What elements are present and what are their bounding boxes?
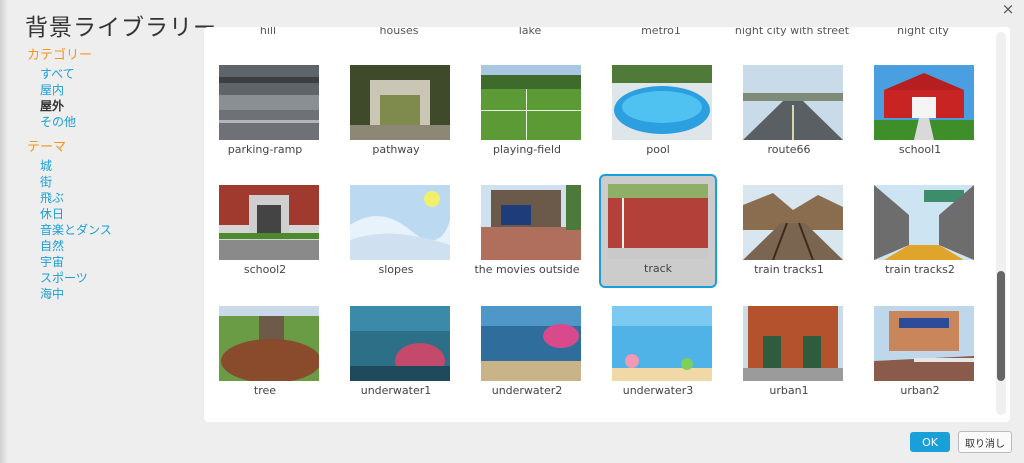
category-item[interactable]: 屋外 bbox=[27, 98, 197, 114]
theme-item[interactable]: 城 bbox=[27, 158, 197, 174]
scrollbar-thumb[interactable] bbox=[997, 271, 1005, 381]
library-item-label: parking-ramp bbox=[227, 143, 303, 156]
library-item-label: underwater3 bbox=[622, 384, 694, 397]
thumbnail-image bbox=[481, 306, 581, 381]
library-item[interactable]: route66 bbox=[730, 55, 848, 169]
thumbnail-image bbox=[481, 65, 581, 140]
thumbnail-image bbox=[219, 306, 319, 381]
background-edge bbox=[0, 0, 8, 463]
library-item-label: underwater1 bbox=[360, 384, 432, 397]
category-item[interactable]: その他 bbox=[27, 114, 197, 130]
library-item[interactable]: playing-field bbox=[468, 55, 586, 169]
library-item[interactable]: slopes bbox=[337, 175, 455, 289]
library-item[interactable]: urban1 bbox=[730, 296, 848, 410]
library-item[interactable]: school2 bbox=[206, 175, 324, 289]
library-item-label: urban1 bbox=[769, 384, 809, 397]
thumbnail-image bbox=[743, 185, 843, 260]
library-item[interactable]: pathway bbox=[337, 55, 455, 169]
category-group: カテゴリー すべて 屋内 屋外 その他 bbox=[27, 48, 197, 130]
thumbnail-image bbox=[219, 185, 319, 260]
library-item[interactable]: train tracks2 bbox=[861, 175, 979, 289]
thumbnail-image bbox=[481, 185, 581, 260]
thumbnail-image bbox=[608, 184, 708, 259]
cancel-button[interactable]: 取り消し bbox=[958, 431, 1012, 453]
library-item-label: urban2 bbox=[900, 384, 940, 397]
library-item-label: slopes bbox=[378, 263, 414, 276]
theme-item[interactable]: 宇宙 bbox=[27, 254, 197, 270]
thumbnail-image bbox=[612, 306, 712, 381]
category-heading: カテゴリー bbox=[27, 48, 93, 63]
thumbnail-image bbox=[219, 65, 319, 140]
library-item[interactable]: school1 bbox=[861, 55, 979, 169]
library-item-label: school2 bbox=[243, 263, 287, 276]
thumbnail-image bbox=[350, 306, 450, 381]
thumbnail-image bbox=[874, 65, 974, 140]
category-item[interactable]: 屋内 bbox=[27, 82, 197, 98]
library-item[interactable]: the movies outside bbox=[468, 175, 586, 289]
thumbnail-image bbox=[350, 65, 450, 140]
library-item[interactable]: urban2 bbox=[861, 296, 979, 410]
theme-item[interactable]: 自然 bbox=[27, 238, 197, 254]
library-item[interactable]: parking-ramp bbox=[206, 55, 324, 169]
library-item-label: pool bbox=[646, 143, 670, 156]
category-item[interactable]: すべて bbox=[27, 66, 197, 82]
thumbnail-image bbox=[874, 306, 974, 381]
theme-item[interactable]: 海中 bbox=[27, 286, 197, 302]
sidebar: カテゴリー すべて 屋内 屋外 その他 テーマ 城街飛ぶ 休日 音楽とダンス 自然 宇宙 スポー… bbox=[27, 48, 197, 312]
library-item-label: night city with street bbox=[734, 27, 850, 37]
library-item[interactable]: track bbox=[599, 174, 717, 288]
library-item[interactable]: underwater3 bbox=[599, 296, 717, 410]
library-dialog: 背景ライブラリー × カテゴリー すべて 屋内 屋外 その他 テーマ 城街飛ぶ 休日 音楽… bbox=[0, 0, 1024, 463]
library-item-label: houses bbox=[379, 27, 419, 37]
library-item-label: route66 bbox=[767, 143, 811, 156]
close-icon[interactable]: × bbox=[1000, 1, 1016, 17]
thumbnail-image bbox=[612, 65, 712, 140]
thumbnail-image bbox=[874, 185, 974, 260]
library-item-label: playing-field bbox=[492, 143, 561, 156]
ok-button[interactable]: OK bbox=[910, 432, 950, 452]
library-item-label: pathway bbox=[372, 143, 420, 156]
theme-item[interactable]: 飛ぶ bbox=[27, 190, 197, 206]
library-item[interactable]: pool bbox=[599, 55, 717, 169]
dialog-title: 背景ライブラリー bbox=[25, 15, 217, 41]
library-item-label: lake bbox=[518, 27, 542, 37]
library-item-label: the movies outside bbox=[474, 263, 580, 276]
thumbnail-image bbox=[743, 65, 843, 140]
theme-item[interactable]: 音楽とダンス bbox=[27, 222, 197, 238]
theme-item[interactable]: 休日 bbox=[27, 206, 197, 222]
library-item-label: tree bbox=[253, 384, 277, 397]
library-item-label: track bbox=[644, 262, 672, 275]
thumbnail-image bbox=[350, 185, 450, 260]
theme-item[interactable]: 街 bbox=[27, 174, 197, 190]
library-item[interactable]: underwater2 bbox=[468, 296, 586, 410]
theme-item[interactable]: スポーツ bbox=[27, 270, 197, 286]
library-item[interactable]: underwater1 bbox=[337, 296, 455, 410]
library-item-label: train tracks1 bbox=[754, 263, 824, 276]
library-grid: hill houses lake metro1 night city with stre… bbox=[204, 27, 1010, 422]
library-item[interactable]: train tracks1 bbox=[730, 175, 848, 289]
theme-group: テーマ 城街飛ぶ 休日 音楽とダンス 自然 宇宙 スポーツ 海中 bbox=[27, 140, 197, 302]
theme-heading: テーマ bbox=[27, 140, 67, 155]
library-item-label: hill bbox=[259, 27, 277, 37]
library-item[interactable]: tree bbox=[206, 296, 324, 410]
library-item-label: metro1 bbox=[641, 27, 681, 37]
library-item-label: night city bbox=[897, 27, 949, 37]
library-item-label: underwater2 bbox=[491, 384, 563, 397]
library-item-label: train tracks2 bbox=[885, 263, 955, 276]
library-item-label: school1 bbox=[898, 143, 942, 156]
thumbnail-image bbox=[743, 306, 843, 381]
